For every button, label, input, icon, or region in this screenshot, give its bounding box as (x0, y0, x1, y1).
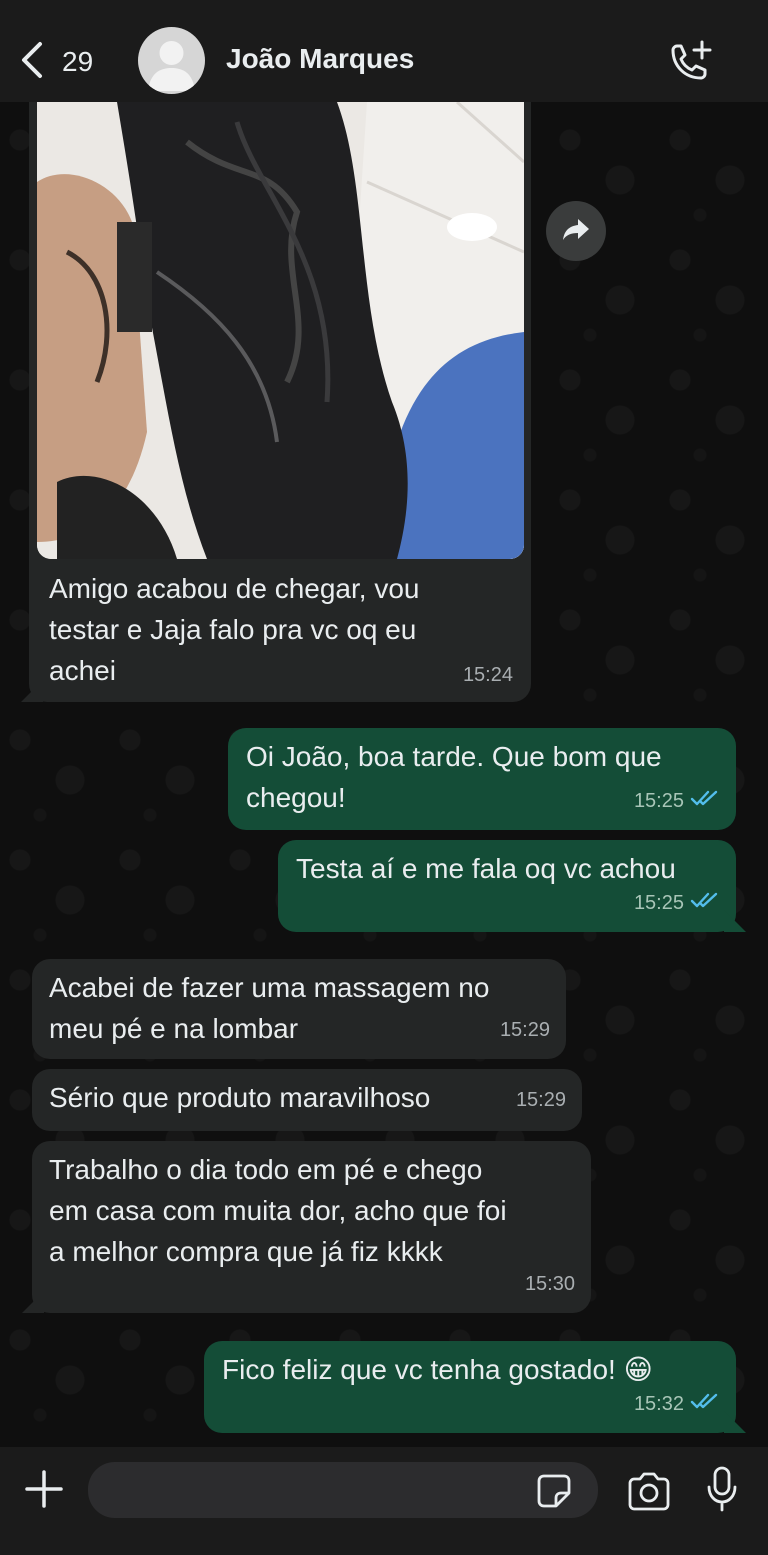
composer-bar (0, 1447, 768, 1555)
double-check-icon (690, 1384, 720, 1425)
image-caption: Amigo acabou de chegar, vou testar e Jaj… (29, 560, 531, 702)
back-button[interactable]: 29 (18, 40, 108, 84)
message-time: 15:24 (462, 664, 513, 686)
attach-button[interactable] (24, 1469, 64, 1509)
message-text: Oi João, boa tarde. Que bom que chegou! (246, 741, 662, 813)
camera-icon (626, 1472, 672, 1515)
message-time: 15:30 (524, 1273, 575, 1295)
photo-attachment[interactable] (37, 102, 524, 559)
message-text: Trabalho o dia todo em pé e chego em cas… (49, 1154, 507, 1267)
unread-count: 29 (62, 46, 94, 77)
microphone-icon (706, 1466, 738, 1517)
chevron-left-icon (18, 40, 48, 85)
message-meta: 15:29 (500, 1010, 550, 1051)
message-text: Acabei de fazer uma massagem no meu pé e… (49, 972, 490, 1044)
message-meta: 15:32 (634, 1384, 720, 1425)
message-text: Testa aí e me fala oq vc achou (296, 853, 676, 884)
incoming-message[interactable]: Acabei de fazer uma massagem no meu pé e… (32, 959, 566, 1059)
message-time: 15:29 (499, 1019, 550, 1041)
phone-plus-icon (664, 40, 714, 88)
message-input[interactable] (88, 1462, 598, 1518)
microphone-button[interactable] (706, 1465, 738, 1513)
message-time: 15:25 (633, 892, 684, 914)
message-text: Amigo acabou de chegar, vou testar e Jaj… (49, 573, 420, 686)
message-time: 15:25 (633, 790, 684, 812)
incoming-message[interactable]: Trabalho o dia todo em pé e chego em cas… (22, 1141, 591, 1313)
forward-button[interactable] (546, 201, 606, 261)
double-check-icon (690, 883, 720, 924)
forward-arrow-icon (561, 216, 591, 247)
contact-name[interactable]: João Marques (226, 43, 414, 75)
message-meta: 15:25 (634, 781, 720, 822)
message-text: Sério que produto maravilhoso (49, 1082, 431, 1113)
sticker-button[interactable] (536, 1473, 572, 1509)
double-check-icon (690, 781, 720, 822)
message-time: 15:29 (515, 1089, 566, 1111)
add-call-button[interactable] (664, 38, 714, 84)
chat-header: 29 João Marques (0, 0, 768, 102)
incoming-message[interactable]: Sério que produto maravilhoso 15:29 (32, 1069, 582, 1131)
camera-button[interactable] (626, 1471, 672, 1511)
sticker-icon (536, 1474, 572, 1513)
avatar[interactable] (138, 27, 205, 94)
outgoing-message[interactable]: Oi João, boa tarde. Que bom que chegou! … (228, 728, 736, 830)
message-time: 15:32 (633, 1393, 684, 1415)
plus-icon (24, 1470, 64, 1513)
outgoing-message[interactable]: Testa aí e me fala oq vc achou 15:25 (278, 840, 746, 932)
message-meta: 15:25 (634, 883, 720, 924)
message-meta: 15:30 (525, 1264, 575, 1305)
message-meta: 15:24 (463, 655, 513, 696)
message-text: Fico feliz que vc tenha gostado! 😁 (222, 1354, 653, 1385)
message-meta: 15:29 (516, 1080, 566, 1121)
outgoing-message[interactable]: Fico feliz que vc tenha gostado! 😁 15:32 (204, 1341, 746, 1433)
